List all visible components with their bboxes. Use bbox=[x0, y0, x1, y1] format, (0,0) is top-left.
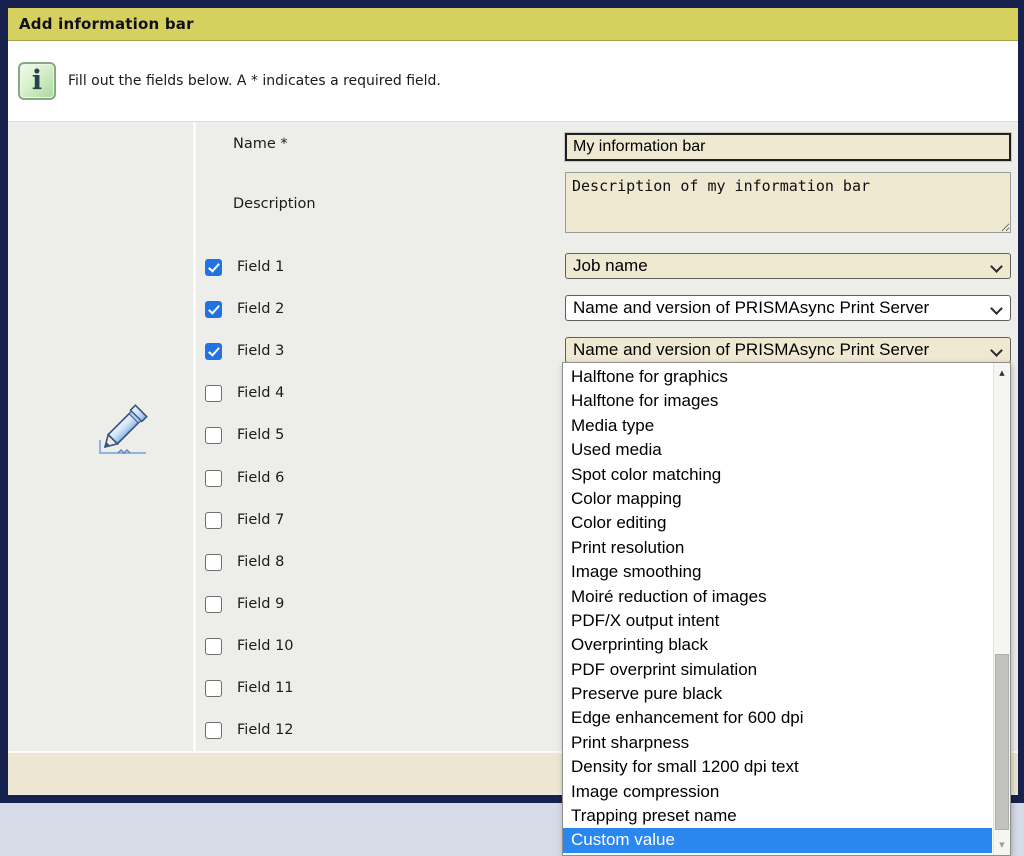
field-3-dropdown-list: Halftone for graphics Halftone for image… bbox=[562, 362, 1011, 856]
info-icon: i bbox=[18, 62, 56, 100]
dropdown-option-custom-value[interactable]: Custom value bbox=[563, 828, 992, 852]
field-11-checkbox[interactable] bbox=[205, 680, 222, 697]
field-1-select-value: Job name bbox=[573, 256, 648, 276]
field-11-row: Field 11 bbox=[205, 679, 294, 697]
chevron-down-icon bbox=[992, 304, 1001, 313]
field-8-checkbox[interactable] bbox=[205, 554, 222, 571]
dialog-titlebar: Add information bar bbox=[8, 8, 1018, 41]
dropdown-option[interactable]: Used media bbox=[563, 438, 992, 462]
field-4-row: Field 4 bbox=[205, 384, 284, 402]
field-4-label: Field 4 bbox=[237, 385, 284, 401]
field-10-row: Field 10 bbox=[205, 637, 294, 655]
dropdown-scrollbar[interactable]: ▲ ▼ bbox=[993, 363, 1010, 855]
name-field-label: Name * bbox=[233, 136, 288, 152]
dropdown-option[interactable]: PDF overprint simulation bbox=[563, 658, 992, 682]
field-3-select-value: Name and version of PRISMAsync Print Ser… bbox=[573, 340, 929, 360]
field-5-row: Field 5 bbox=[205, 426, 284, 444]
field-1-checkbox[interactable] bbox=[205, 259, 222, 276]
dropdown-option[interactable]: Overprinting black bbox=[563, 633, 992, 657]
dropdown-option[interactable]: Image smoothing bbox=[563, 560, 992, 584]
field-6-checkbox[interactable] bbox=[205, 470, 222, 487]
field-9-row: Field 9 bbox=[205, 595, 284, 613]
field-7-row: Field 7 bbox=[205, 511, 284, 529]
chevron-down-icon bbox=[992, 262, 1001, 271]
field-1-row: Field 1 bbox=[205, 258, 284, 276]
field-11-label: Field 11 bbox=[237, 680, 294, 696]
field-12-label: Field 12 bbox=[237, 722, 294, 738]
name-input[interactable] bbox=[565, 133, 1011, 161]
chevron-down-icon bbox=[992, 346, 1001, 355]
column-divider bbox=[193, 122, 196, 751]
dialog-title: Add information bar bbox=[19, 15, 194, 33]
field-2-checkbox[interactable] bbox=[205, 301, 222, 318]
dropdown-option[interactable]: Moiré reduction of images bbox=[563, 585, 992, 609]
field-12-checkbox[interactable] bbox=[205, 722, 222, 739]
field-3-row: Field 3 bbox=[205, 342, 284, 360]
field-2-select-value: Name and version of PRISMAsync Print Ser… bbox=[573, 298, 929, 318]
info-message: Fill out the fields below. A * indicates… bbox=[68, 73, 441, 89]
dropdown-option[interactable]: Print resolution bbox=[563, 536, 992, 560]
field-3-checkbox[interactable] bbox=[205, 343, 222, 360]
scrollbar-thumb[interactable] bbox=[995, 654, 1009, 830]
field-5-label: Field 5 bbox=[237, 427, 284, 443]
dropdown-option[interactable]: Halftone for images bbox=[563, 389, 992, 413]
dropdown-option[interactable]: Halftone for graphics bbox=[563, 365, 992, 389]
field-12-row: Field 12 bbox=[205, 721, 294, 739]
field-3-select[interactable]: Name and version of PRISMAsync Print Ser… bbox=[565, 337, 1011, 363]
field-6-label: Field 6 bbox=[237, 470, 284, 486]
dropdown-option[interactable]: Edge enhancement for 600 dpi bbox=[563, 706, 992, 730]
scroll-down-arrow-icon[interactable]: ▼ bbox=[995, 837, 1009, 852]
dropdown-option[interactable]: Media type bbox=[563, 414, 992, 438]
field-4-checkbox[interactable] bbox=[205, 385, 222, 402]
dropdown-option[interactable]: Print sharpness bbox=[563, 731, 992, 755]
field-10-checkbox[interactable] bbox=[205, 638, 222, 655]
dropdown-option[interactable]: Color editing bbox=[563, 511, 992, 535]
dropdown-option[interactable]: Density for small 1200 dpi text bbox=[563, 755, 992, 779]
field-7-label: Field 7 bbox=[237, 512, 284, 528]
description-field-label: Description bbox=[233, 196, 316, 212]
field-1-label: Field 1 bbox=[237, 259, 284, 275]
field-8-row: Field 8 bbox=[205, 553, 284, 571]
field-1-select[interactable]: Job name bbox=[565, 253, 1011, 279]
pencil-icon bbox=[88, 392, 154, 464]
field-9-checkbox[interactable] bbox=[205, 596, 222, 613]
field-2-select[interactable]: Name and version of PRISMAsync Print Ser… bbox=[565, 295, 1011, 321]
description-textarea[interactable]: Description of my information bar bbox=[565, 172, 1011, 233]
field-3-label: Field 3 bbox=[237, 343, 284, 359]
field-5-checkbox[interactable] bbox=[205, 427, 222, 444]
dropdown-option[interactable]: PDF/X output intent bbox=[563, 609, 992, 633]
field-2-label: Field 2 bbox=[237, 301, 284, 317]
field-9-label: Field 9 bbox=[237, 596, 284, 612]
field-7-checkbox[interactable] bbox=[205, 512, 222, 529]
field-8-label: Field 8 bbox=[237, 554, 284, 570]
icon-column bbox=[8, 122, 193, 751]
field-10-label: Field 10 bbox=[237, 638, 294, 654]
info-banner: i Fill out the fields below. A * indicat… bbox=[8, 41, 1018, 122]
dropdown-option[interactable]: Trapping preset name bbox=[563, 804, 992, 828]
dropdown-option[interactable]: Preserve pure black bbox=[563, 682, 992, 706]
field-2-row: Field 2 bbox=[205, 300, 284, 318]
screen: Add information bar i Fill out the field… bbox=[0, 0, 1024, 856]
scroll-up-arrow-icon[interactable]: ▲ bbox=[995, 365, 1009, 380]
dropdown-option[interactable]: Spot color matching bbox=[563, 463, 992, 487]
dropdown-option[interactable]: Image compression bbox=[563, 780, 992, 804]
dropdown-option[interactable]: Color mapping bbox=[563, 487, 992, 511]
field-6-row: Field 6 bbox=[205, 469, 284, 487]
